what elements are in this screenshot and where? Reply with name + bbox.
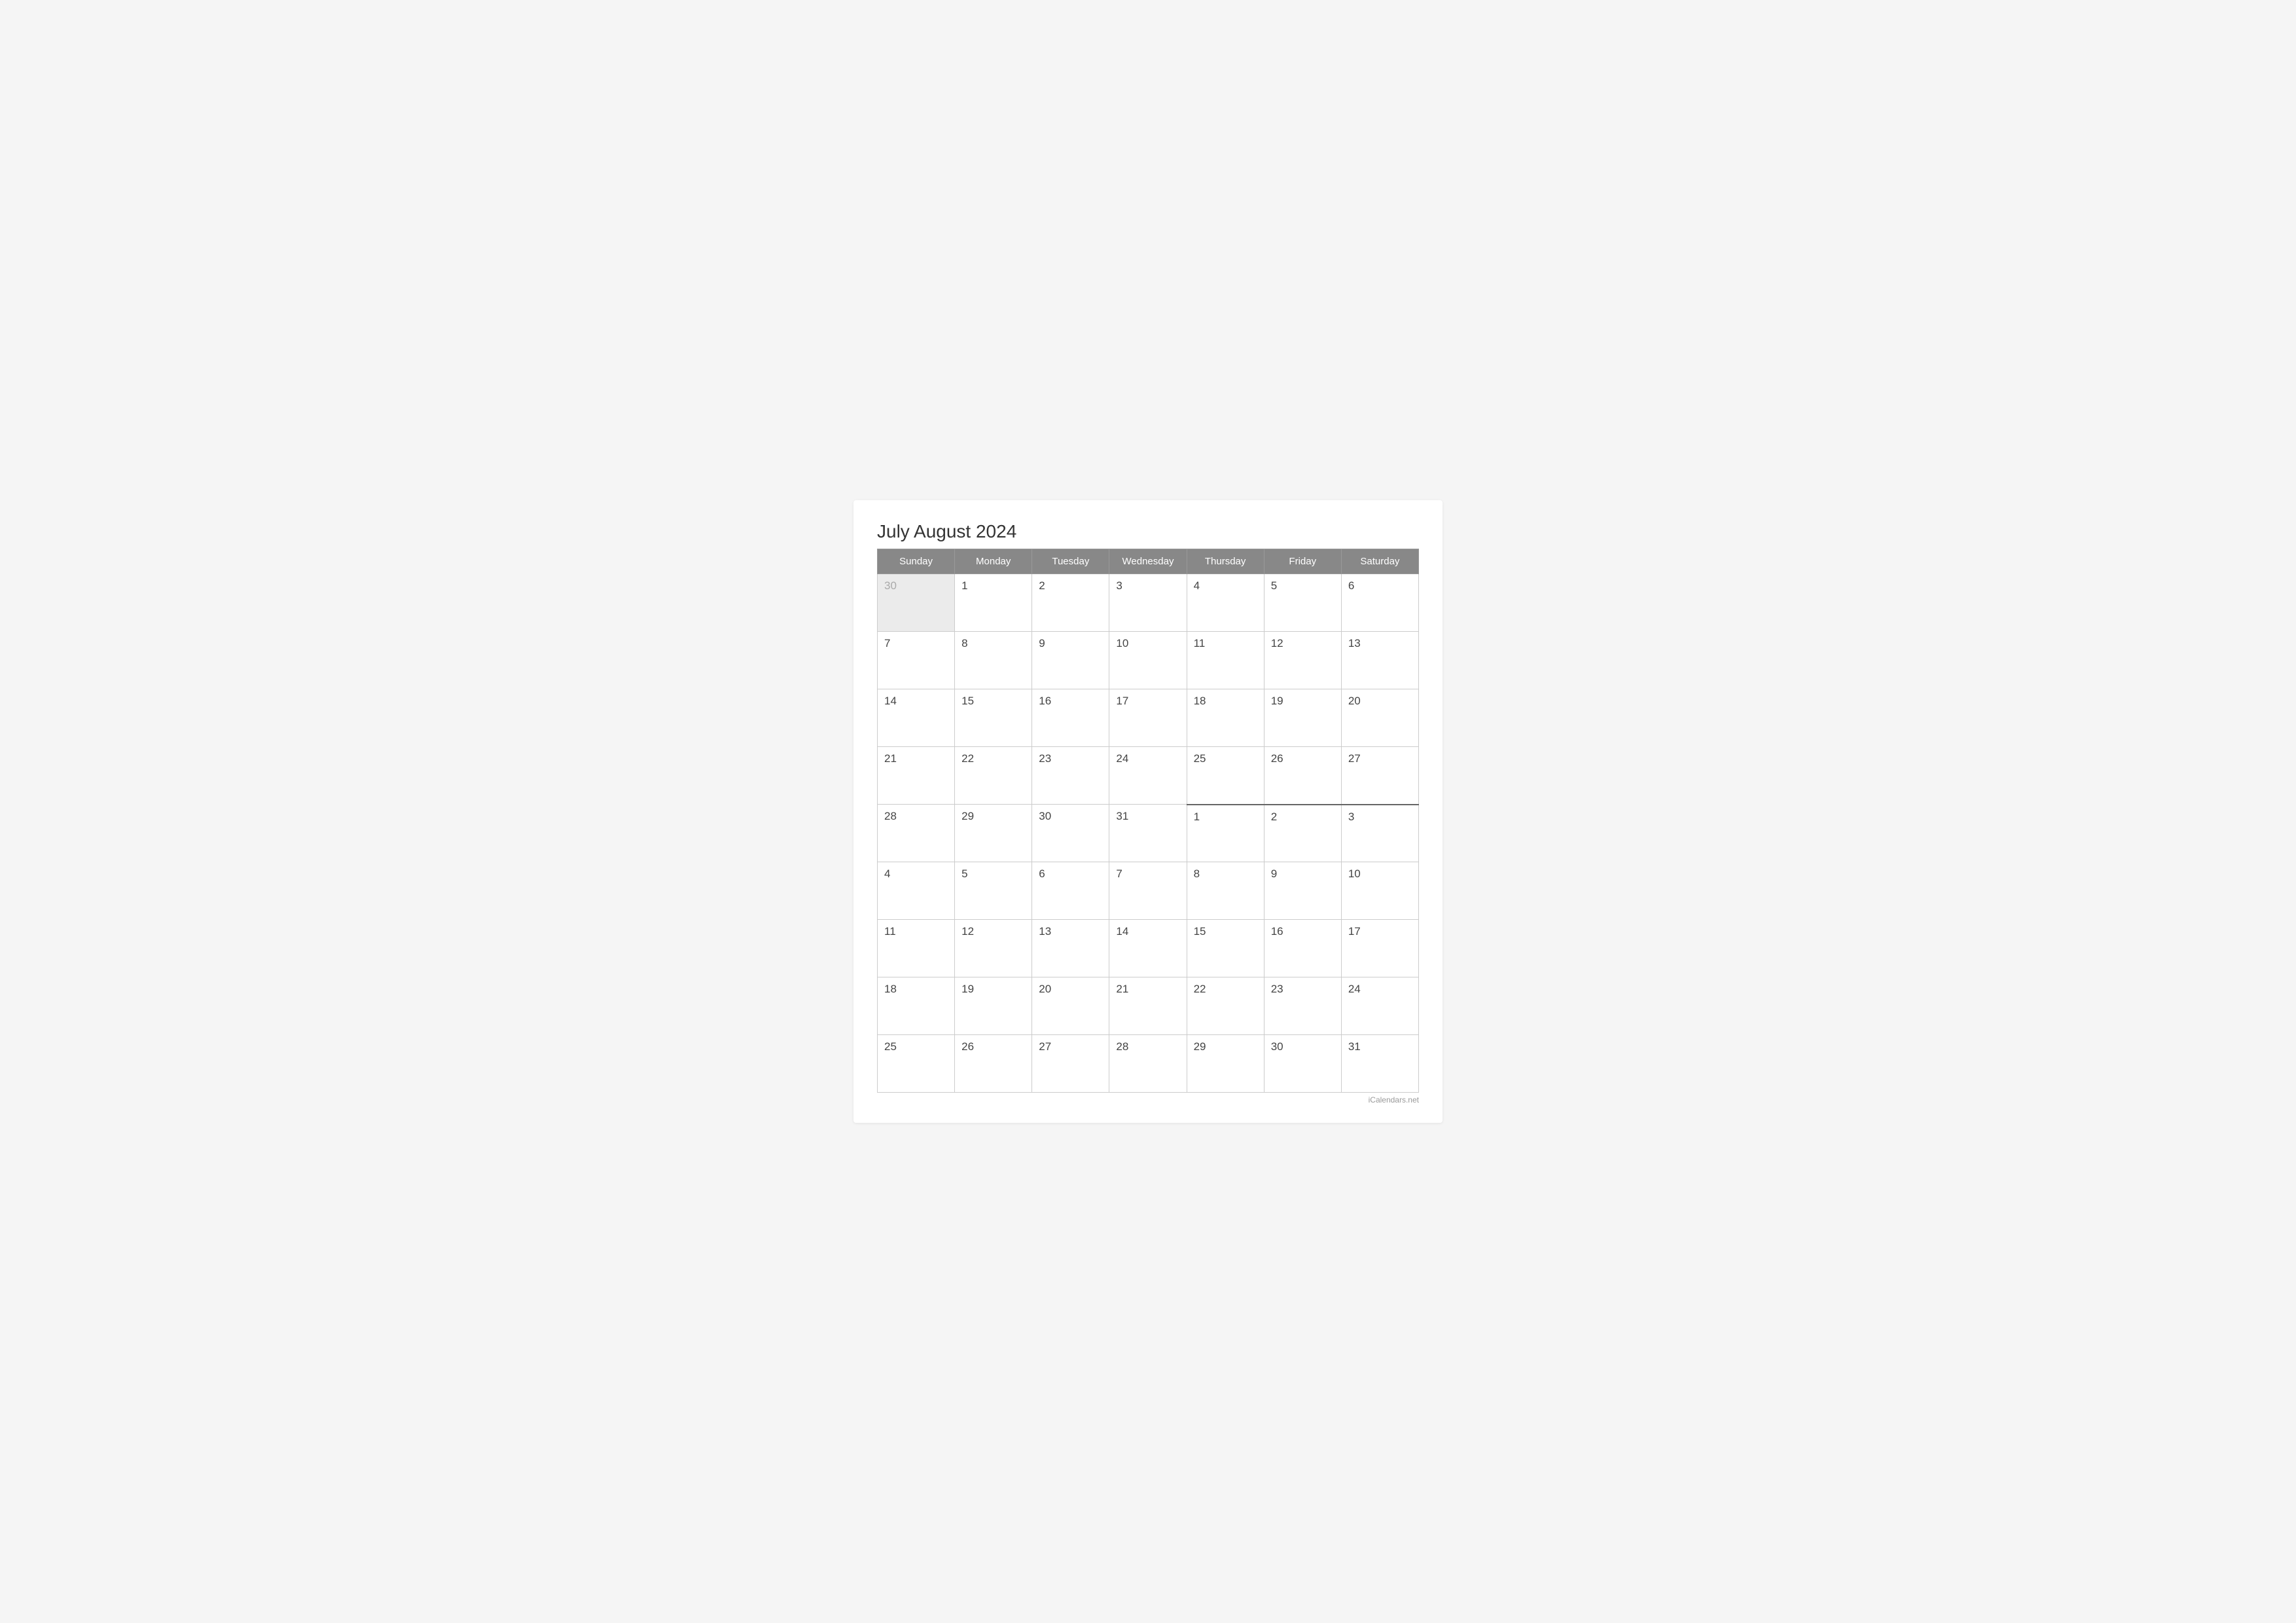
calendar-cell: 1 [1187, 805, 1264, 862]
calendar-cell: 14 [1109, 920, 1187, 977]
calendar-cell: 15 [1187, 920, 1264, 977]
calendar-header: SundayMondayTuesdayWednesdayThursdayFrid… [878, 549, 1419, 574]
calendar-cell: 17 [1341, 920, 1418, 977]
calendar-cell: 29 [955, 805, 1032, 862]
calendar-row: 18192021222324 [878, 977, 1419, 1035]
calendar-cell: 22 [1187, 977, 1264, 1035]
calendar-cell: 19 [955, 977, 1032, 1035]
calendar-row: 28293031123 [878, 805, 1419, 862]
calendar-cell: 16 [1032, 689, 1109, 747]
calendar-cell: 23 [1264, 977, 1341, 1035]
header-cell-monday: Monday [955, 549, 1032, 574]
watermark: iCalendars.net [877, 1095, 1419, 1104]
calendar-row: 45678910 [878, 862, 1419, 920]
calendar-cell: 7 [1109, 862, 1187, 920]
calendar-cell: 18 [878, 977, 955, 1035]
calendar-cell: 15 [955, 689, 1032, 747]
header-cell-friday: Friday [1264, 549, 1341, 574]
calendar-cell: 21 [878, 747, 955, 805]
calendar-row: 78910111213 [878, 632, 1419, 689]
calendar-cell: 28 [878, 805, 955, 862]
calendar-cell: 5 [955, 862, 1032, 920]
calendar-cell: 16 [1264, 920, 1341, 977]
calendar-cell: 11 [878, 920, 955, 977]
calendar-row: 14151617181920 [878, 689, 1419, 747]
calendar-cell: 8 [955, 632, 1032, 689]
header-cell-saturday: Saturday [1341, 549, 1418, 574]
calendar-cell: 29 [1187, 1035, 1264, 1093]
calendar-cell: 5 [1264, 574, 1341, 632]
calendar-container: July August 2024 SundayMondayTuesdayWedn… [853, 500, 1443, 1123]
calendar-cell: 4 [878, 862, 955, 920]
header-cell-sunday: Sunday [878, 549, 955, 574]
calendar-cell: 4 [1187, 574, 1264, 632]
calendar-cell: 17 [1109, 689, 1187, 747]
calendar-cell: 11 [1187, 632, 1264, 689]
calendar-cell: 24 [1341, 977, 1418, 1035]
calendar-cell: 12 [955, 920, 1032, 977]
calendar-cell: 30 [1264, 1035, 1341, 1093]
calendar-cell: 2 [1032, 574, 1109, 632]
calendar-cell: 6 [1032, 862, 1109, 920]
calendar-cell: 28 [1109, 1035, 1187, 1093]
calendar-cell: 10 [1341, 862, 1418, 920]
calendar-cell: 26 [1264, 747, 1341, 805]
calendar-cell: 3 [1109, 574, 1187, 632]
calendar-cell: 8 [1187, 862, 1264, 920]
calendar-cell: 23 [1032, 747, 1109, 805]
header-cell-wednesday: Wednesday [1109, 549, 1187, 574]
calendar-cell: 10 [1109, 632, 1187, 689]
calendar-cell: 31 [1341, 1035, 1418, 1093]
header-cell-tuesday: Tuesday [1032, 549, 1109, 574]
calendar-cell: 12 [1264, 632, 1341, 689]
calendar-cell: 27 [1032, 1035, 1109, 1093]
calendar-cell: 20 [1341, 689, 1418, 747]
calendar-cell: 25 [1187, 747, 1264, 805]
calendar-cell: 9 [1032, 632, 1109, 689]
calendar-cell: 22 [955, 747, 1032, 805]
calendar-row: 11121314151617 [878, 920, 1419, 977]
calendar-cell: 13 [1341, 632, 1418, 689]
calendar-cell: 14 [878, 689, 955, 747]
calendar-cell: 2 [1264, 805, 1341, 862]
calendar-cell: 24 [1109, 747, 1187, 805]
calendar-title: July August 2024 [877, 521, 1419, 542]
calendar-cell: 30 [1032, 805, 1109, 862]
calendar-cell: 7 [878, 632, 955, 689]
calendar-cell: 27 [1341, 747, 1418, 805]
calendar-cell: 18 [1187, 689, 1264, 747]
calendar-cell: 1 [955, 574, 1032, 632]
calendar-cell: 20 [1032, 977, 1109, 1035]
calendar-cell: 21 [1109, 977, 1187, 1035]
calendar-row: 30123456 [878, 574, 1419, 632]
calendar-cell: 6 [1341, 574, 1418, 632]
calendar-row: 21222324252627 [878, 747, 1419, 805]
calendar-cell: 13 [1032, 920, 1109, 977]
calendar-cell: 19 [1264, 689, 1341, 747]
calendar-cell: 25 [878, 1035, 955, 1093]
calendar-cell: 31 [1109, 805, 1187, 862]
header-row: SundayMondayTuesdayWednesdayThursdayFrid… [878, 549, 1419, 574]
calendar-body: 3012345678910111213141516171819202122232… [878, 574, 1419, 1093]
calendar-cell: 30 [878, 574, 955, 632]
calendar-cell: 9 [1264, 862, 1341, 920]
calendar-cell: 3 [1341, 805, 1418, 862]
calendar-table: SundayMondayTuesdayWednesdayThursdayFrid… [877, 549, 1419, 1093]
header-cell-thursday: Thursday [1187, 549, 1264, 574]
calendar-row: 25262728293031 [878, 1035, 1419, 1093]
calendar-cell: 26 [955, 1035, 1032, 1093]
